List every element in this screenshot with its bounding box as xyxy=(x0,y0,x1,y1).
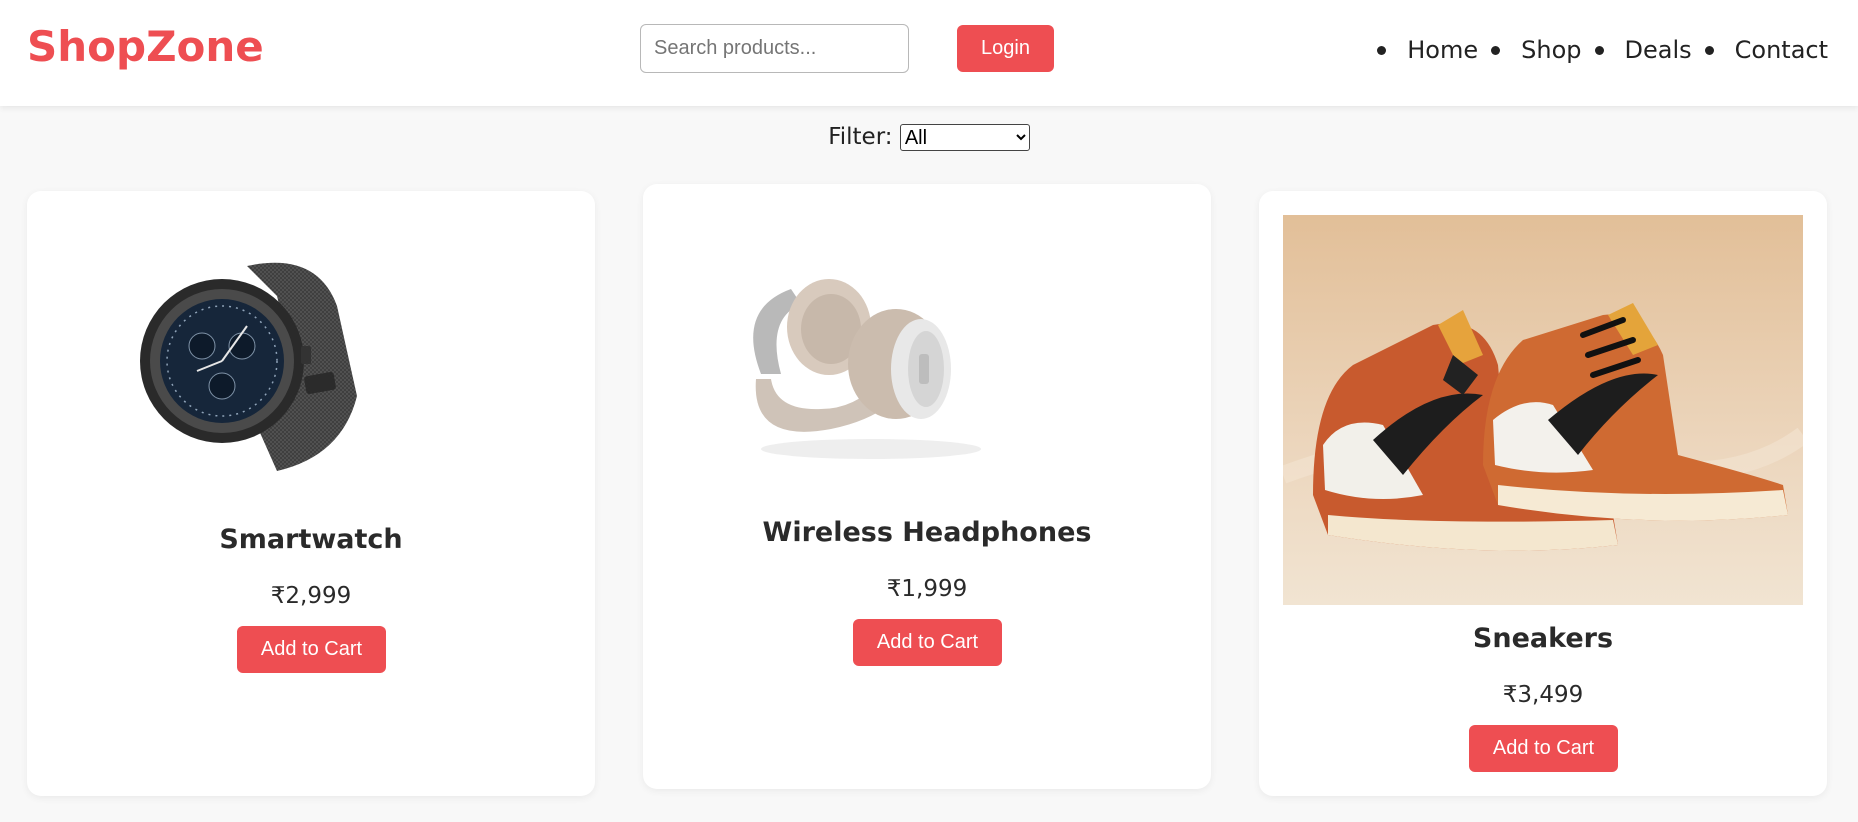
main-nav: Home Shop Deals Contact xyxy=(1364,36,1828,64)
brand-logo[interactable]: ShopZone xyxy=(27,22,264,71)
filter-label: Filter: xyxy=(828,124,893,150)
nav-item-label: Shop xyxy=(1521,36,1582,64)
nav-item-label: Contact xyxy=(1734,36,1828,64)
search-input[interactable] xyxy=(640,24,909,73)
product-title[interactable]: Wireless Headphones xyxy=(643,517,1211,548)
login-button[interactable]: Login xyxy=(957,25,1054,72)
add-to-cart-button[interactable]: Add to Cart xyxy=(1469,725,1618,772)
nav-item-shop[interactable]: Shop xyxy=(1491,36,1582,64)
product-price: ₹1,999 xyxy=(886,576,968,602)
bullet-icon xyxy=(1377,45,1387,55)
filter-select[interactable]: All xyxy=(899,124,1030,151)
product-price: ₹2,999 xyxy=(270,583,352,609)
product-price: ₹3,499 xyxy=(1502,682,1584,708)
nav-item-home[interactable]: Home xyxy=(1377,36,1478,64)
bullet-icon xyxy=(1594,45,1604,55)
header: ShopZone Login Home Shop Deals Contact xyxy=(0,0,1858,106)
sneakers-image xyxy=(1283,215,1803,605)
product-card-sneakers[interactable]: Sneakers ₹3,499 Add to Cart xyxy=(1259,191,1827,796)
product-card-headphones[interactable]: Wireless Headphones ₹1,999 Add to Cart xyxy=(643,184,1211,789)
nav-item-label: Home xyxy=(1407,36,1479,64)
nav-item-label: Deals xyxy=(1624,36,1692,64)
headphones-image xyxy=(753,279,981,459)
nav-item-deals[interactable]: Deals xyxy=(1594,36,1692,64)
product-title[interactable]: Smartwatch xyxy=(27,524,595,555)
product-card-smartwatch[interactable]: Smartwatch ₹2,999 Add to Cart xyxy=(27,191,595,796)
product-title[interactable]: Sneakers xyxy=(1259,623,1827,654)
filter-bar: Filter: All xyxy=(0,124,1858,151)
add-to-cart-button[interactable]: Add to Cart xyxy=(237,626,386,673)
add-to-cart-button[interactable]: Add to Cart xyxy=(853,619,1002,666)
smartwatch-image xyxy=(140,262,357,471)
bullet-icon xyxy=(1704,45,1714,55)
bullet-icon xyxy=(1491,45,1501,55)
nav-item-contact[interactable]: Contact xyxy=(1704,36,1828,64)
